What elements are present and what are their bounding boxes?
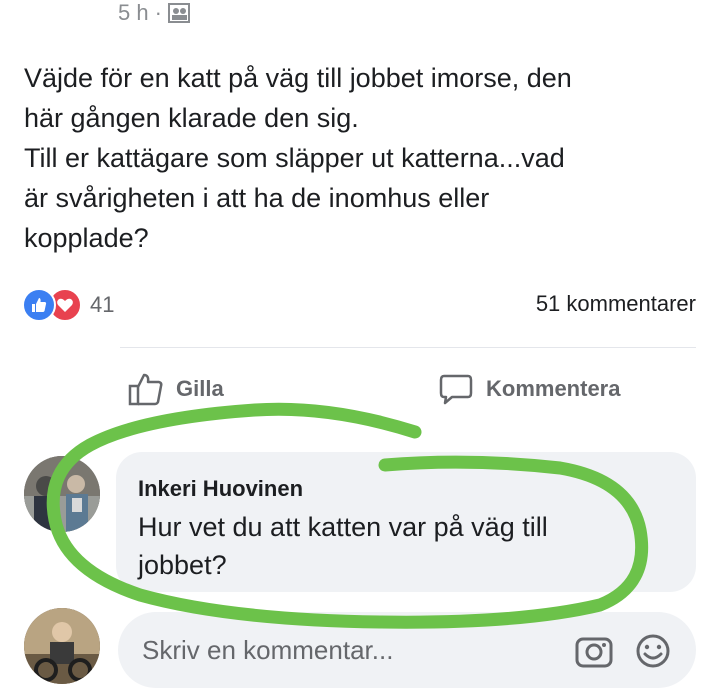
comment-count-link[interactable]: 51 kommentarer: [536, 291, 696, 317]
comment-composer[interactable]: [118, 612, 696, 688]
divider: [120, 347, 696, 348]
reaction-count: 41: [90, 292, 115, 317]
comment-bubble: Inkeri Huovinen Hur vet du att katten va…: [116, 452, 696, 592]
thumbs-up-icon: [128, 373, 163, 406]
emoji-icon[interactable]: [634, 632, 672, 670]
post-text: Väjde för en katt på väg till jobbet imo…: [24, 63, 572, 253]
post-time[interactable]: 5 h: [118, 0, 149, 26]
comment-button-label: Kommentera: [486, 376, 621, 401]
post-meta: 5 h ·: [118, 0, 190, 26]
reactions-summary[interactable]: 41: [22, 288, 114, 322]
comment-button[interactable]: Kommentera: [438, 372, 620, 406]
comment-input[interactable]: [140, 634, 564, 667]
camera-icon[interactable]: [574, 632, 614, 670]
user-avatar[interactable]: [24, 608, 100, 684]
commenter-avatar[interactable]: [24, 456, 100, 532]
meta-separator: ·: [154, 0, 162, 25]
friends-icon[interactable]: [167, 3, 190, 23]
comment-icon: [439, 374, 473, 405]
like-button[interactable]: Gilla: [128, 372, 224, 406]
like-button-label: Gilla: [176, 376, 224, 401]
comment-text: Hur vet du att katten var på väg till jo…: [138, 512, 548, 580]
like-icon: [22, 288, 56, 322]
comment-author[interactable]: Inkeri Huovinen: [138, 476, 303, 502]
